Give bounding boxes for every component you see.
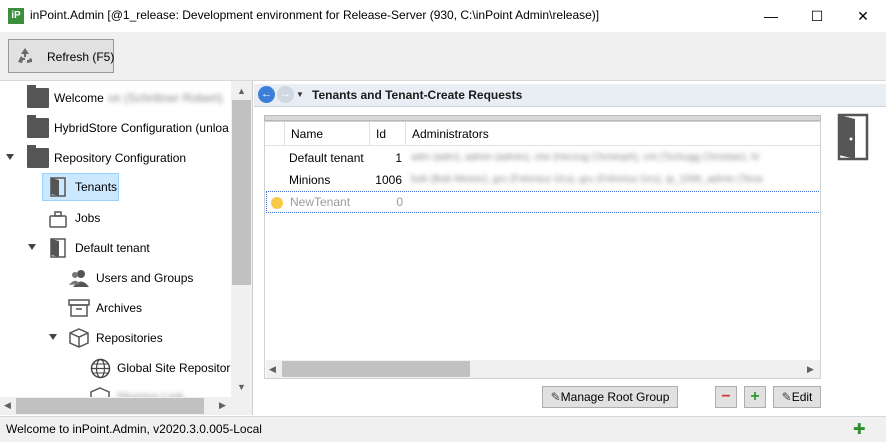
users-icon bbox=[69, 270, 89, 287]
navigation-tree: Welcome ve (Schrittner Robert) HybridSto… bbox=[0, 81, 253, 415]
row-header-column bbox=[265, 122, 285, 146]
scroll-right-arrow-icon[interactable]: ▶ bbox=[219, 400, 226, 411]
cell-name[interactable]: NewTenant bbox=[290, 191, 370, 213]
manage-root-group-label: Manage Root Group bbox=[560, 390, 670, 404]
pencil-icon: ✎ bbox=[781, 390, 792, 404]
edit-button[interactable]: ✎Edit bbox=[773, 386, 821, 408]
grid-horizontal-scroll-thumb[interactable] bbox=[282, 361, 470, 377]
history-dropdown-icon[interactable]: ▼ bbox=[296, 90, 304, 99]
expand-arrow-icon[interactable] bbox=[28, 244, 36, 250]
tree-horizontal-scroll-thumb[interactable] bbox=[16, 398, 204, 414]
tree-item-repositories[interactable]: Repositories bbox=[0, 326, 230, 352]
tree-item-jobs[interactable]: Jobs bbox=[0, 206, 230, 232]
tenants-grid[interactable]: Name Id Administrators Default tenant 1 … bbox=[264, 121, 821, 379]
tree-item-archives[interactable]: Archives bbox=[0, 296, 230, 322]
refresh-button[interactable]: Refresh (F5) bbox=[8, 39, 114, 73]
jobs-icon bbox=[49, 211, 67, 228]
tree-item-label: Repository Configuration bbox=[54, 151, 187, 165]
connection-status-icon: ✚ bbox=[853, 421, 866, 438]
tree-item-extra: ve (Schrittner Robert) bbox=[108, 91, 223, 105]
toolbar: Refresh (F5) bbox=[0, 32, 886, 81]
new-row[interactable]: NewTenant 0 bbox=[266, 191, 820, 213]
tree-item-label: Repositories bbox=[96, 331, 163, 345]
column-header-name[interactable]: Name bbox=[285, 122, 370, 146]
tree-item-tenants[interactable]: Tenants bbox=[42, 173, 119, 201]
tree-item-label: HybridStore Configuration (unloa bbox=[54, 121, 229, 135]
back-button[interactable]: ← bbox=[258, 86, 275, 103]
recycle-icon bbox=[18, 48, 32, 63]
expand-arrow-icon[interactable] bbox=[6, 154, 14, 160]
column-header-id[interactable]: Id bbox=[370, 122, 406, 146]
folder-icon bbox=[27, 115, 49, 138]
column-header-administrators[interactable]: Administrators bbox=[406, 122, 820, 146]
scroll-left-arrow-icon[interactable]: ◀ bbox=[4, 400, 11, 411]
app-logo-icon: iP bbox=[8, 8, 24, 24]
table-row[interactable]: Default tenant 1 adm (adm), admin (admin… bbox=[265, 147, 820, 169]
cell-administrators: adm (adm), admin (admin), che (Herzog Ch… bbox=[411, 152, 760, 163]
cell-id: 1 bbox=[395, 151, 402, 165]
scroll-left-arrow-icon[interactable]: ◀ bbox=[269, 364, 276, 375]
tree-item-label: Default tenant bbox=[75, 241, 150, 255]
tree-item-global-site-repositories[interactable]: Global Site Repositori bbox=[0, 356, 234, 382]
edit-label: Edit bbox=[791, 390, 813, 404]
tree-item-repository-configuration[interactable]: Repository Configuration bbox=[0, 145, 230, 172]
tree-item-label: Jobs bbox=[75, 211, 101, 225]
globe-icon bbox=[90, 358, 111, 379]
cell-id: 1006 bbox=[375, 173, 402, 187]
tree-item-users-and-groups[interactable]: Users and Groups bbox=[0, 266, 230, 292]
tenant-door-icon bbox=[837, 113, 869, 161]
status-text: Welcome to inPoint.Admin, v2020.3.0.005-… bbox=[6, 422, 262, 436]
title-bar: iP inPoint.Admin [@1_release: Developmen… bbox=[0, 0, 886, 33]
tree-item-label: Archives bbox=[96, 301, 143, 315]
status-bar: Welcome to inPoint.Admin, v2020.3.0.005-… bbox=[0, 416, 886, 442]
close-button[interactable]: ✕ bbox=[840, 0, 886, 32]
archive-box-icon bbox=[68, 299, 90, 317]
scroll-down-arrow-icon[interactable]: ▼ bbox=[237, 382, 246, 392]
expand-arrow-icon[interactable] bbox=[49, 334, 57, 340]
scroll-right-arrow-icon[interactable]: ▶ bbox=[807, 364, 814, 375]
scroll-corner bbox=[231, 397, 252, 415]
window-title: inPoint.Admin [@1_release: Development e… bbox=[30, 8, 600, 22]
cube-icon bbox=[69, 328, 89, 348]
folder-icon bbox=[27, 85, 49, 108]
add-button[interactable]: + bbox=[744, 386, 766, 408]
tree-item-label: Tenants bbox=[75, 180, 118, 194]
page-title: Tenants and Tenant-Create Requests bbox=[312, 88, 523, 102]
cell-name: Default tenant bbox=[289, 151, 364, 165]
folder-icon bbox=[27, 145, 49, 168]
cell-id[interactable]: 0 bbox=[371, 191, 403, 213]
maximize-button[interactable]: ☐ bbox=[794, 0, 840, 32]
table-row[interactable]: Minions 1006 bob (Bob Minion), gru (Felo… bbox=[265, 169, 820, 191]
pencil-icon: ✎ bbox=[550, 390, 561, 404]
new-row-indicator-icon bbox=[271, 197, 283, 209]
cell-administrators: bob (Bob Minion), gru (Felonius Gru), gr… bbox=[411, 174, 763, 185]
tree-vertical-scroll-thumb[interactable] bbox=[232, 100, 251, 285]
door-icon bbox=[50, 177, 66, 197]
scroll-up-arrow-icon[interactable]: ▲ bbox=[237, 86, 246, 96]
tree-item-default-tenant[interactable]: Default tenant bbox=[0, 236, 230, 262]
remove-button[interactable]: − bbox=[715, 386, 737, 408]
tree-item-label: Global Site Repositori bbox=[117, 361, 234, 375]
forward-button[interactable]: → bbox=[277, 86, 294, 103]
manage-root-group-button[interactable]: ✎Manage Root Group bbox=[542, 386, 678, 408]
tree-item-welcome[interactable]: Welcome ve (Schrittner Robert) bbox=[0, 85, 230, 112]
tree-item-hybridstore[interactable]: HybridStore Configuration (unloa bbox=[0, 115, 230, 142]
minimize-button[interactable]: — bbox=[748, 0, 794, 32]
tree-item-label: Welcome bbox=[54, 91, 104, 105]
tree-item-label: Users and Groups bbox=[96, 271, 194, 285]
door-icon bbox=[50, 238, 66, 258]
refresh-label: Refresh (F5) bbox=[47, 50, 115, 64]
cell-name: Minions bbox=[289, 173, 331, 187]
